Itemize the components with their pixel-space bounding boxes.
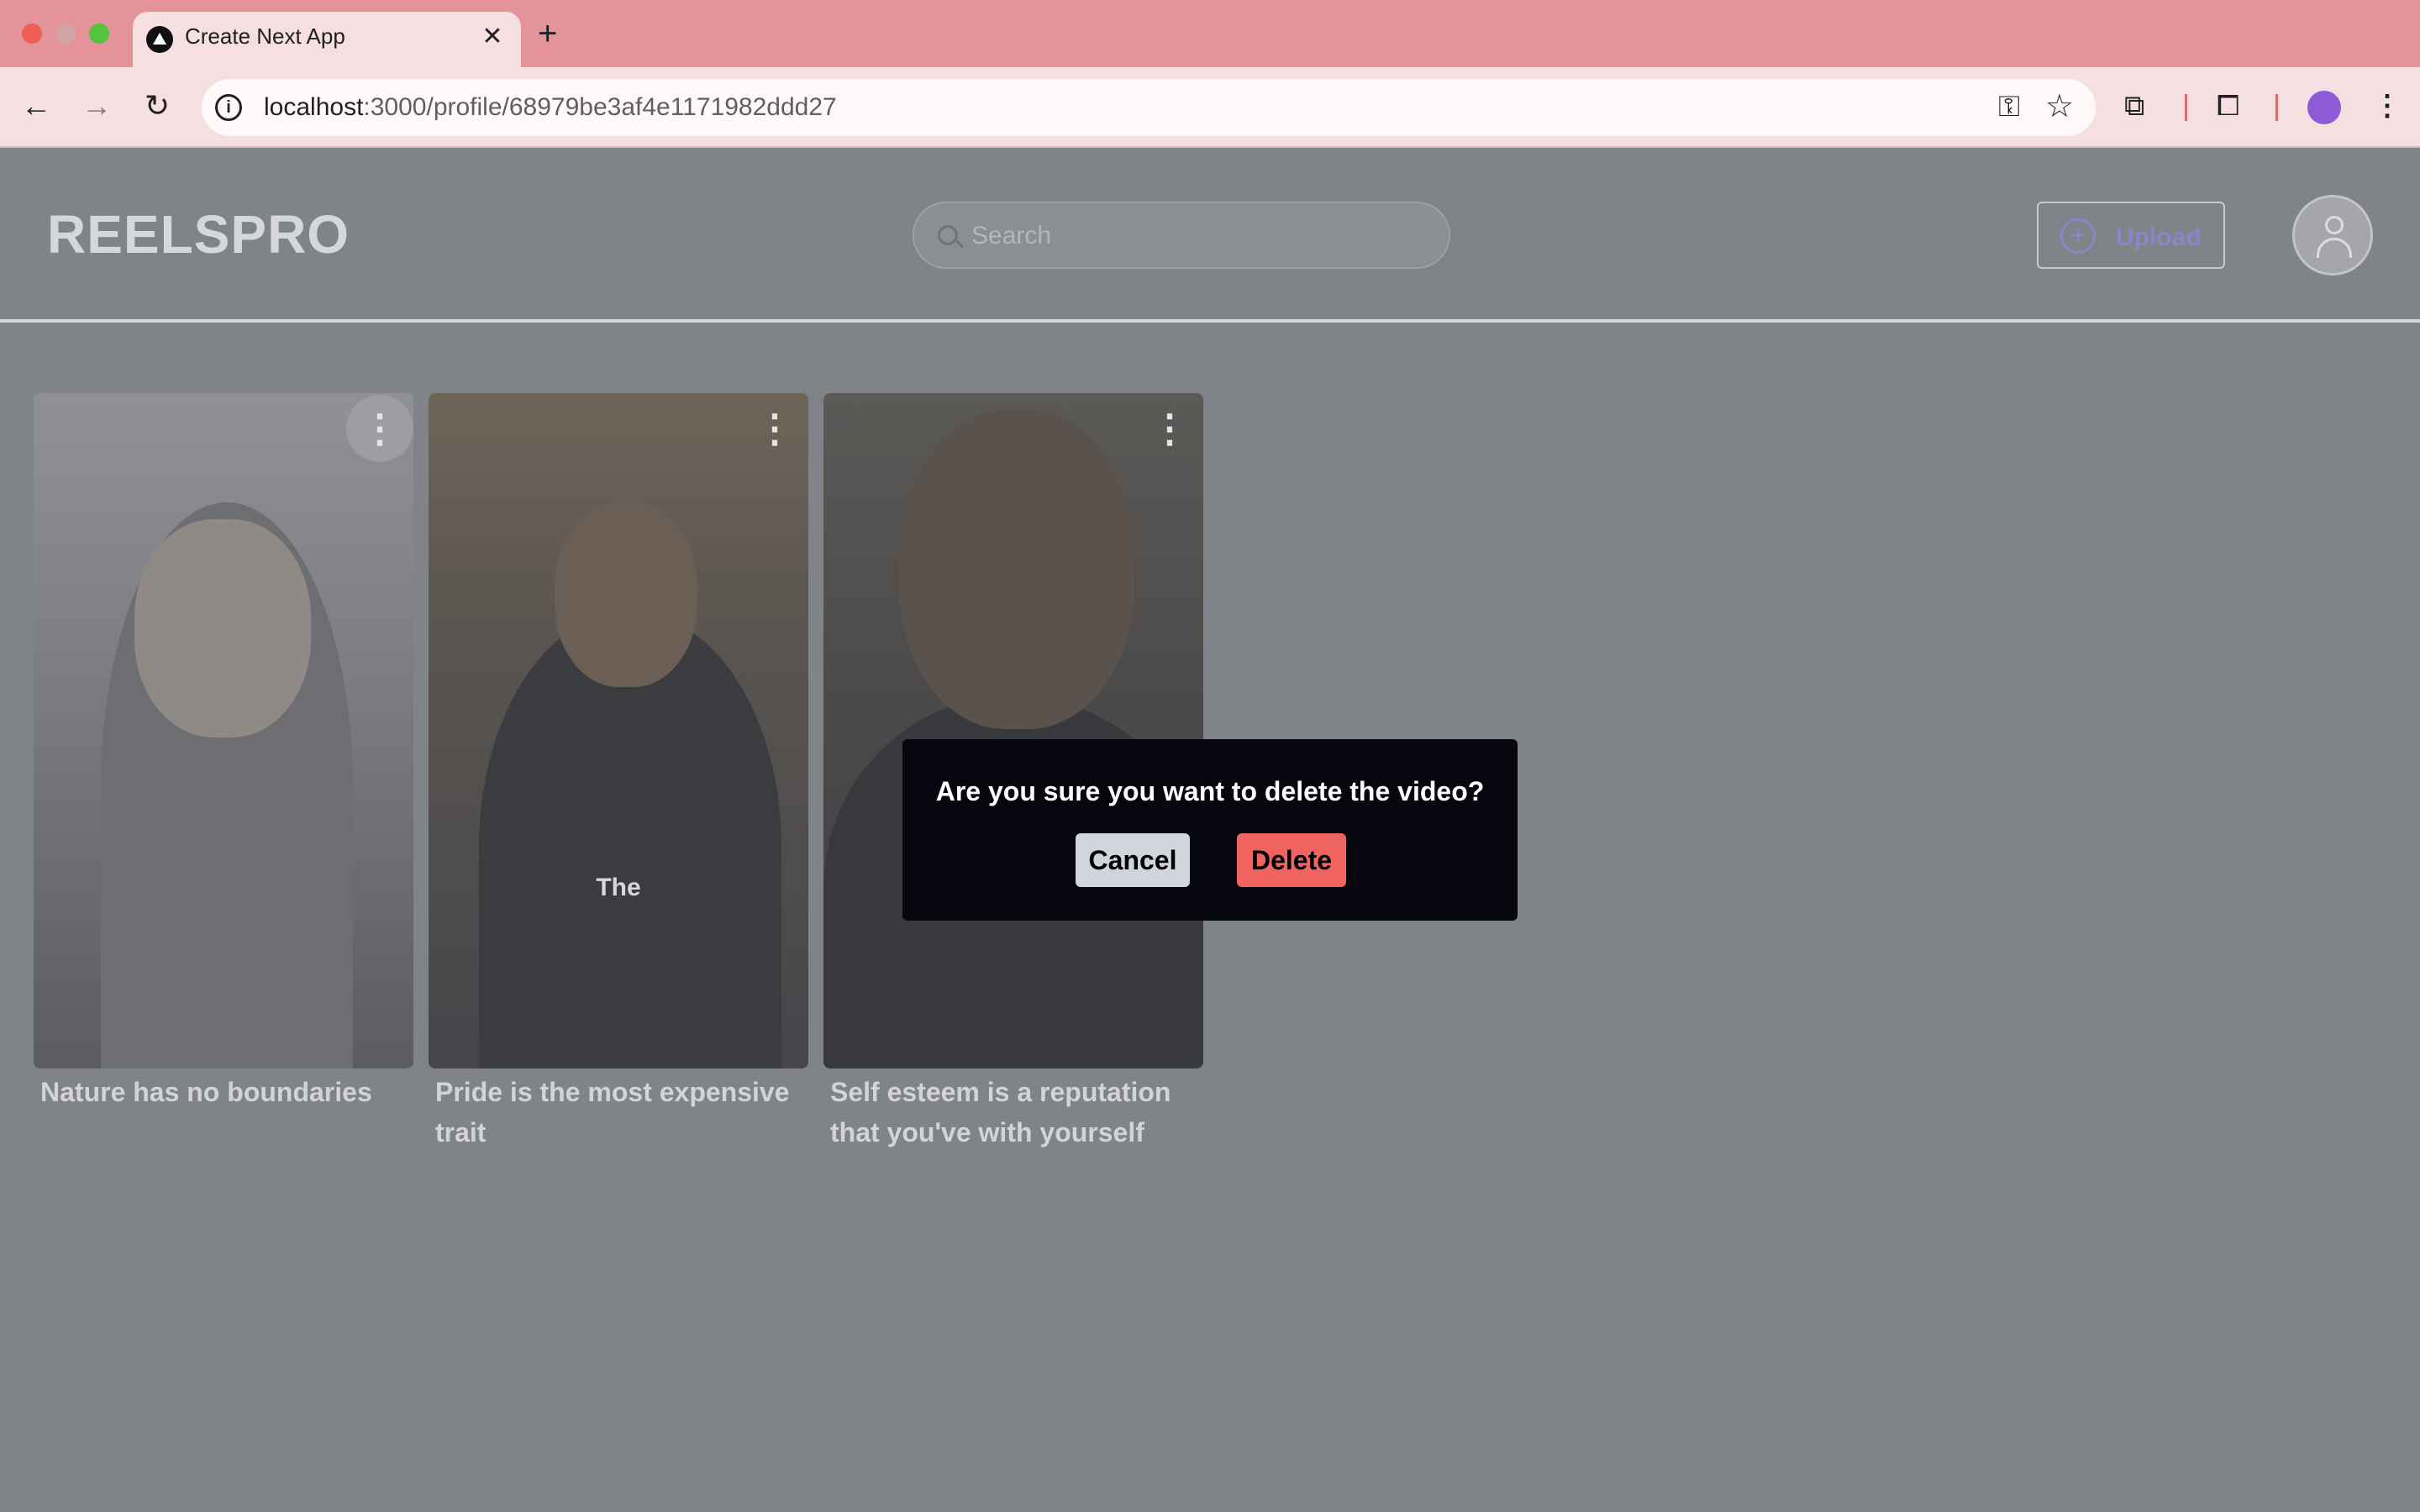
site-info-icon[interactable]: i xyxy=(215,94,242,121)
browser-tab-bar: Create Next App ✕ + xyxy=(0,0,2420,67)
video-card[interactable]: The ⋮ Pride is the most expensive trait xyxy=(429,393,808,1152)
forward-arrow-icon[interactable]: → xyxy=(76,87,118,124)
password-key-icon[interactable]: ⚿ xyxy=(1998,91,2020,123)
cast-search-icon[interactable]: ⧠ xyxy=(2217,89,2239,123)
thumbnail-figure-head xyxy=(899,410,1134,729)
search-input[interactable]: Search xyxy=(913,202,1450,269)
dialog-message: Are you sure you want to delete the vide… xyxy=(935,776,1485,806)
video-thumbnail[interactable]: ⋮ xyxy=(34,393,413,1068)
browser-menu-icon[interactable]: ⋮ xyxy=(2373,89,2402,123)
search-placeholder: Search xyxy=(971,222,1052,249)
video-card[interactable]: ⋮ Nature has no boundaries xyxy=(34,393,413,1112)
url-path: :3000/profile/68979be3af4e1171982ddd27 xyxy=(363,93,837,121)
video-options-icon[interactable]: ⋮ xyxy=(346,395,413,462)
upload-button[interactable]: + Upload xyxy=(2037,202,2225,269)
video-caption-overlay: The xyxy=(596,874,641,901)
video-title: Self esteem is a reputation that you've … xyxy=(830,1077,1171,1147)
window-maximize-button[interactable] xyxy=(89,24,109,44)
url-host: localhost xyxy=(264,93,364,121)
tab-close-icon[interactable]: ✕ xyxy=(476,20,509,54)
bookmark-star-icon[interactable]: ☆ xyxy=(2045,87,2074,125)
back-arrow-icon[interactable]: ← xyxy=(15,87,57,124)
browser-tab-active[interactable]: Create Next App ✕ xyxy=(133,12,521,67)
thumbnail-figure-head xyxy=(134,519,311,738)
video-options-icon[interactable]: ⋮ xyxy=(741,395,808,462)
search-icon xyxy=(938,225,958,245)
window-close-button[interactable] xyxy=(22,24,42,44)
video-thumbnail[interactable]: The ⋮ xyxy=(429,393,808,1068)
site-header: REELSPRO Search + Upload xyxy=(0,148,2420,323)
plus-circle-icon: + xyxy=(2060,218,2096,254)
new-tab-button[interactable]: + xyxy=(538,15,557,52)
video-title: Pride is the most expensive trait xyxy=(435,1077,790,1147)
tab-title: Create Next App xyxy=(185,24,345,49)
delete-confirm-dialog: Are you sure you want to delete the vide… xyxy=(902,739,1518,921)
user-icon-body xyxy=(2317,238,2352,258)
nextjs-favicon-icon xyxy=(146,26,173,53)
toolbar-divider xyxy=(2275,94,2278,121)
user-avatar-button[interactable] xyxy=(2292,195,2373,276)
browser-toolbar: ← → ↻ i localhost:3000/profile/68979be3a… xyxy=(0,67,2420,148)
extensions-puzzle-icon[interactable]: ⧉ xyxy=(2124,89,2144,123)
video-thumbnail[interactable]: ⋮ xyxy=(823,393,1203,1068)
window-minimize-button[interactable] xyxy=(55,24,76,44)
browser-profile-avatar[interactable] xyxy=(2307,91,2341,124)
address-bar[interactable]: i localhost:3000/profile/68979be3af4e117… xyxy=(202,79,2096,136)
upload-label: Upload xyxy=(2116,223,2202,251)
reload-icon[interactable]: ↻ xyxy=(136,87,178,124)
site-logo[interactable]: REELSPRO xyxy=(47,203,350,265)
delete-button[interactable]: Delete xyxy=(1237,833,1346,887)
user-icon xyxy=(2325,216,2344,234)
toolbar-divider xyxy=(2185,94,2187,121)
video-options-icon[interactable]: ⋮ xyxy=(1136,395,1203,462)
thumbnail-figure-head xyxy=(555,502,697,687)
cancel-button[interactable]: Cancel xyxy=(1076,833,1190,887)
url-text[interactable]: localhost:3000/profile/68979be3af4e11719… xyxy=(264,93,837,122)
video-title: Nature has no boundaries xyxy=(40,1077,372,1107)
